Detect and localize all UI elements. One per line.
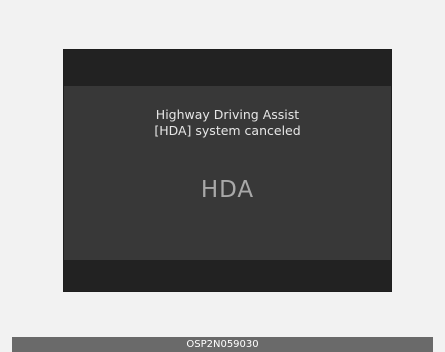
- display-bottom-bar: [64, 260, 391, 291]
- message-line-1: Highway Driving Assist: [155, 107, 300, 122]
- cluster-display-screen: Highway Driving Assist [HDA] system canc…: [63, 49, 392, 292]
- hda-indicator: HDA: [200, 177, 255, 203]
- message-line-2: [HDA] system canceled: [154, 123, 301, 138]
- hda-cancel-message: Highway Driving Assist [HDA] system canc…: [64, 107, 391, 139]
- display-top-bar: [64, 50, 391, 86]
- image-code-caption: OSP2N059030: [12, 337, 433, 352]
